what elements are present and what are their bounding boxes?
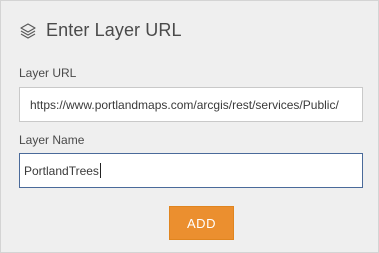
add-button[interactable]: ADD <box>169 206 234 240</box>
panel-header: Enter Layer URL <box>19 20 182 41</box>
layer-name-input[interactable]: PortlandTrees <box>19 153 363 188</box>
layer-name-value: PortlandTrees <box>24 163 99 178</box>
layer-url-label: Layer URL <box>19 66 77 80</box>
panel-title: Enter Layer URL <box>46 20 182 40</box>
add-layer-panel: Enter Layer URL Layer URL https://www.po… <box>0 0 379 253</box>
layer-url-value: https://www.portlandmaps.com/arcgis/rest… <box>30 97 339 112</box>
layer-url-input[interactable]: https://www.portlandmaps.com/arcgis/rest… <box>19 87 363 122</box>
layers-icon <box>19 22 37 40</box>
layer-name-label: Layer Name <box>19 133 85 147</box>
text-caret <box>99 163 101 178</box>
